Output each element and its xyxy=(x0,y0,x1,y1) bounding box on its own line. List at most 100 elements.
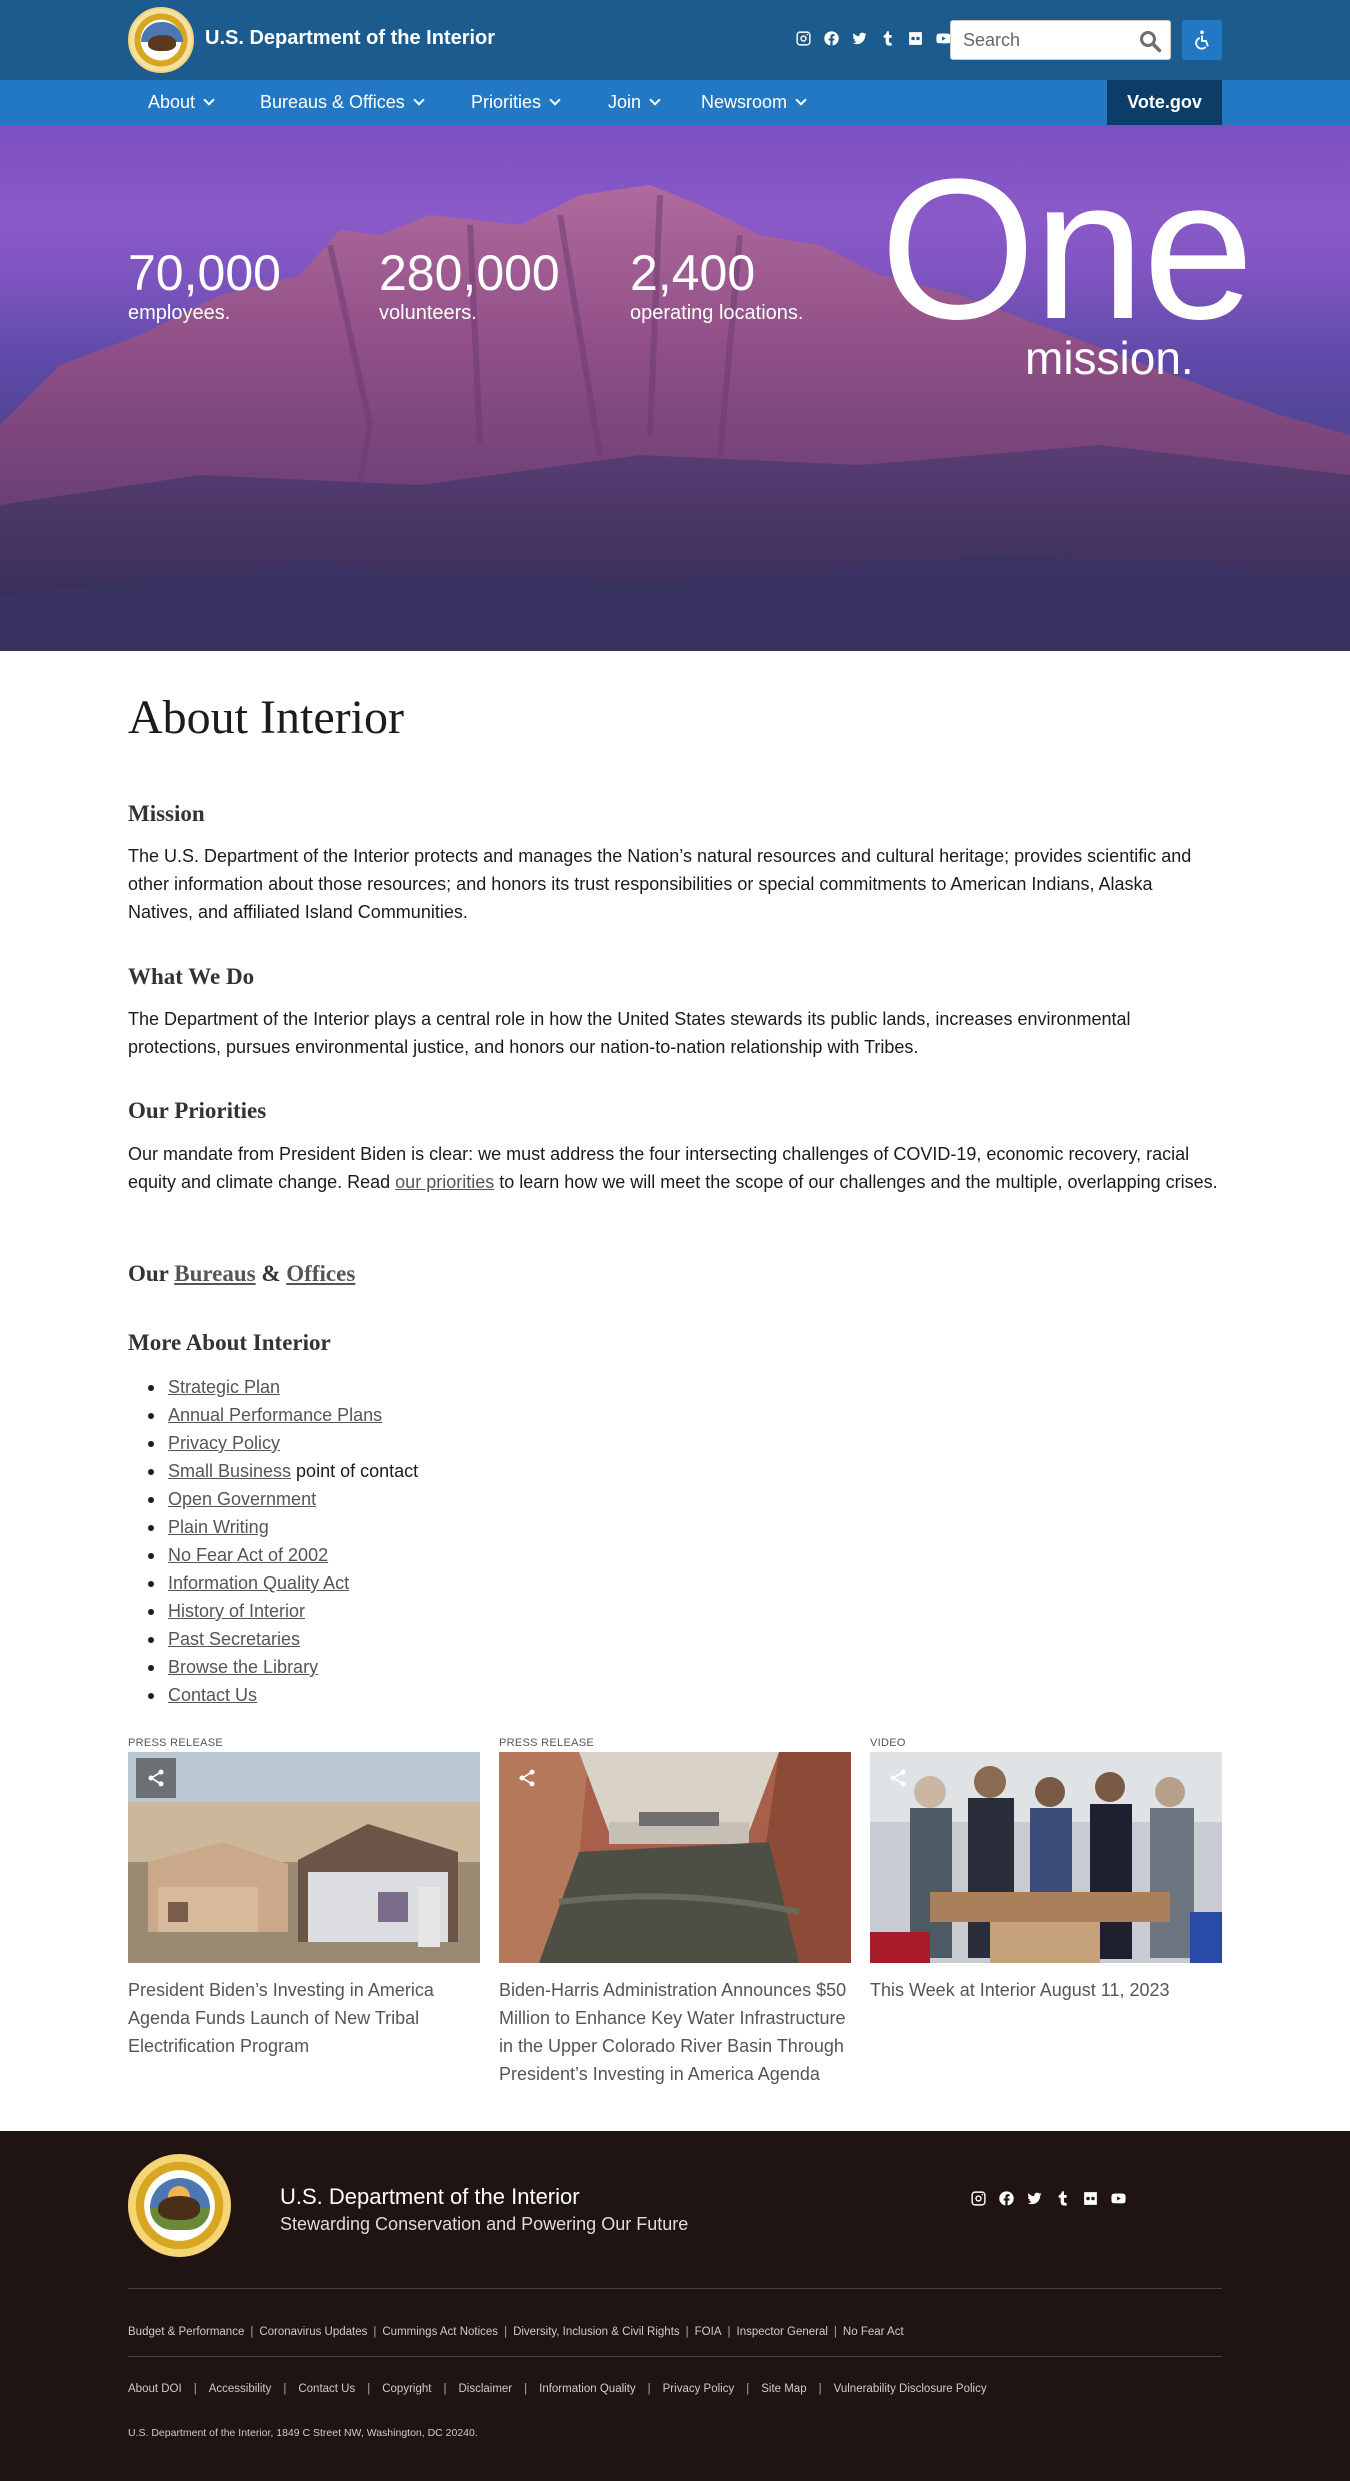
nav-newsroom[interactable]: Newsroom xyxy=(701,80,807,125)
accessibility-icon xyxy=(1195,30,1209,50)
card-type-label: VIDEO xyxy=(870,1737,906,1749)
share-button[interactable] xyxy=(507,1758,547,1798)
plain-writing-link[interactable]: Plain Writing xyxy=(168,1517,269,1537)
separator: | xyxy=(367,2383,371,2395)
footer-link[interactable]: Vulnerability Disclosure Policy xyxy=(834,2383,987,2395)
chevron-down-icon xyxy=(549,94,561,106)
footer-link[interactable]: Contact Us xyxy=(298,2383,355,2395)
accessibility-button[interactable] xyxy=(1182,20,1222,60)
list-item: Privacy Policy xyxy=(128,1429,418,1457)
mission-heading: Mission xyxy=(128,801,205,826)
youtube-icon[interactable] xyxy=(1110,2190,1127,2212)
card-headline-link[interactable]: Biden-Harris Administration Announces $5… xyxy=(499,1976,851,2088)
separator: | xyxy=(524,2383,528,2395)
bison-icon xyxy=(158,2196,200,2220)
separator: | xyxy=(373,2326,377,2338)
nav-about[interactable]: About xyxy=(148,80,215,125)
twitter-icon[interactable] xyxy=(851,30,868,47)
separator: | xyxy=(443,2383,447,2395)
footer-link[interactable]: About DOI xyxy=(128,2383,182,2395)
list-item: Small Business point of contact xyxy=(128,1457,418,1485)
card-headline-link[interactable]: President Biden’s Investing in America A… xyxy=(128,1976,480,2060)
header-social-links xyxy=(795,30,952,47)
search-icon[interactable] xyxy=(1138,29,1162,53)
no-fear-act-link[interactable]: No Fear Act of 2002 xyxy=(168,1545,328,1565)
hero-banner: 70,000 employees. 280,000 volunteers. 2,… xyxy=(0,125,1350,651)
card-image[interactable] xyxy=(870,1752,1222,1963)
footer-link[interactable]: No Fear Act xyxy=(843,2326,904,2338)
footer-social-links xyxy=(970,2190,1127,2212)
list-item: Plain Writing xyxy=(128,1513,418,1541)
offices-link[interactable]: Offices xyxy=(286,1261,355,1286)
open-government-link[interactable]: Open Government xyxy=(168,1489,316,1509)
list-item: Contact Us xyxy=(128,1681,418,1709)
footer-link[interactable]: Budget & Performance xyxy=(128,2326,244,2338)
footer-link[interactable]: Disclaimer xyxy=(458,2383,512,2395)
footer-link[interactable]: Cummings Act Notices xyxy=(382,2326,498,2338)
privacy-policy-link[interactable]: Privacy Policy xyxy=(168,1433,280,1453)
search-input[interactable] xyxy=(951,21,1131,59)
separator: | xyxy=(647,2383,651,2395)
footer-link[interactable]: Information Quality xyxy=(539,2383,636,2395)
separator: | xyxy=(250,2326,254,2338)
footer-link[interactable]: Copyright xyxy=(382,2383,431,2395)
news-card: PRESS RELEASE President Biden’s Investin… xyxy=(128,1736,480,2060)
card-image[interactable] xyxy=(128,1752,480,1963)
separator: | xyxy=(727,2326,731,2338)
our-priorities-link[interactable]: our priorities xyxy=(395,1172,494,1192)
contact-us-link[interactable]: Contact Us xyxy=(168,1685,257,1705)
bureaus-prefix: Our xyxy=(128,1261,175,1286)
tumblr-icon[interactable] xyxy=(879,30,896,47)
footer-link[interactable]: Accessibility xyxy=(209,2383,272,2395)
site-title[interactable]: U.S. Department of the Interior xyxy=(205,27,495,50)
card-headline-link[interactable]: This Week at Interior August 11, 2023 xyxy=(870,1976,1222,2004)
nav-bureaus-offices[interactable]: Bureaus & Offices xyxy=(260,80,425,125)
footer-link[interactable]: Privacy Policy xyxy=(663,2383,735,2395)
chevron-down-icon xyxy=(203,94,215,106)
facebook-icon[interactable] xyxy=(823,30,840,47)
footer-link[interactable]: FOIA xyxy=(695,2326,722,2338)
footer-link[interactable]: Diversity, Inclusion & Civil Rights xyxy=(513,2326,680,2338)
doi-seal-logo[interactable] xyxy=(128,2154,231,2257)
footer-link[interactable]: Coronavirus Updates xyxy=(259,2326,367,2338)
separator: | xyxy=(193,2383,197,2395)
twitter-icon[interactable] xyxy=(1026,2190,1043,2212)
small-business-link[interactable]: Small Business xyxy=(168,1461,291,1481)
card-image[interactable] xyxy=(499,1752,851,1963)
strategic-plan-link[interactable]: Strategic Plan xyxy=(168,1377,280,1397)
stat-label: operating locations. xyxy=(630,302,804,324)
nav-join[interactable]: Join xyxy=(608,80,661,125)
past-secretaries-link[interactable]: Past Secretaries xyxy=(168,1629,300,1649)
list-item: No Fear Act of 2002 xyxy=(128,1541,418,1569)
hero-headline: One xyxy=(880,138,1254,361)
history-of-interior-link[interactable]: History of Interior xyxy=(168,1601,305,1621)
flickr-icon[interactable] xyxy=(907,30,924,47)
footer-divider xyxy=(128,2356,1222,2357)
stat-label: volunteers. xyxy=(379,302,477,324)
vote-gov-button[interactable]: Vote.gov xyxy=(1107,80,1222,125)
bureaus-link[interactable]: Bureaus xyxy=(174,1261,255,1286)
footer-link[interactable]: Site Map xyxy=(761,2383,806,2395)
tumblr-icon[interactable] xyxy=(1054,2190,1071,2212)
browse-library-link[interactable]: Browse the Library xyxy=(168,1657,318,1677)
priorities-text-part: to learn how we will meet the scope of o… xyxy=(494,1172,1218,1192)
information-quality-act-link[interactable]: Information Quality Act xyxy=(168,1573,349,1593)
list-item: Information Quality Act xyxy=(128,1569,418,1597)
stat-locations: 2,400 operating locations. xyxy=(630,245,803,325)
separator: | xyxy=(833,2326,837,2338)
doi-seal-logo[interactable] xyxy=(128,7,194,73)
signing-ceremony-photo xyxy=(870,1752,1222,1963)
facebook-icon[interactable] xyxy=(998,2190,1015,2212)
instagram-icon[interactable] xyxy=(970,2190,987,2212)
list-item: Annual Performance Plans xyxy=(128,1401,418,1429)
share-icon xyxy=(148,1769,164,1787)
nav-priorities[interactable]: Priorities xyxy=(471,80,561,125)
share-button[interactable] xyxy=(878,1758,918,1798)
share-button[interactable] xyxy=(136,1758,176,1798)
annual-performance-plans-link[interactable]: Annual Performance Plans xyxy=(168,1405,382,1425)
what-we-do-text: The Department of the Interior plays a c… xyxy=(128,1009,1131,1057)
flickr-icon[interactable] xyxy=(1082,2190,1099,2212)
stat-number: 280,000 xyxy=(379,245,560,301)
instagram-icon[interactable] xyxy=(795,30,812,47)
footer-link[interactable]: Inspector General xyxy=(737,2326,828,2338)
